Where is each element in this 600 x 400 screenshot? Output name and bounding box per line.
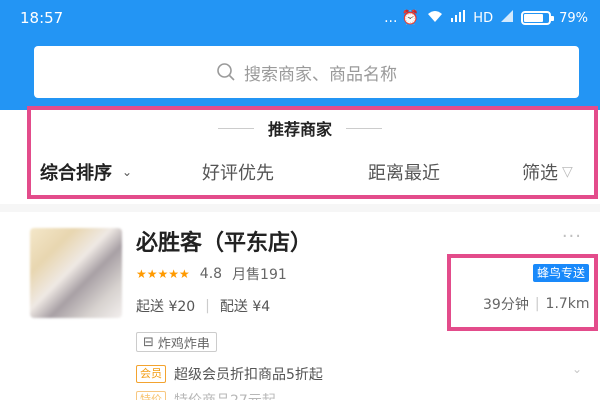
more-icon[interactable]: ···: [562, 226, 582, 247]
status-icons: ... ⏰: [384, 10, 420, 26]
status-bar: 18:57 ... ⏰ HD 79%: [0, 0, 600, 36]
special-badge: 特价: [136, 391, 166, 400]
promo-row-member: 会员 超级会员折扣商品5折起: [136, 364, 323, 384]
tag-label: 炸鸡炸串: [157, 336, 210, 352]
tag-icon: ⊟: [143, 334, 154, 350]
shop-thumbnail[interactable]: [30, 228, 122, 318]
member-badge: 会员: [136, 365, 166, 383]
network-type: HD: [473, 10, 494, 26]
highlight-box-sort: [27, 106, 598, 199]
search-band: 搜索商家、商品名称: [0, 36, 600, 110]
search-placeholder: 搜索商家、商品名称: [244, 64, 397, 85]
monthly-sales: 月售191: [232, 267, 287, 283]
signal-icon: [451, 10, 466, 26]
battery-percent: 79%: [559, 10, 588, 26]
search-input[interactable]: 搜索商家、商品名称: [34, 46, 579, 98]
category-tag: ⊟ 炸鸡炸串: [136, 332, 217, 352]
section-divider: [0, 204, 600, 212]
shop-name[interactable]: 必胜客（平东店）: [136, 225, 312, 257]
star-rating-icon: ★★★★★: [136, 267, 190, 281]
promo-row-special: 特价 特价商品27元起: [136, 390, 276, 400]
highlight-box-delivery: [447, 254, 598, 331]
min-order: 起送 ¥20: [136, 299, 196, 315]
delivery-fee: 配送 ¥4: [219, 299, 271, 315]
member-promo-text: 超级会员折扣商品5折起: [174, 367, 323, 383]
wifi-icon: [427, 9, 443, 27]
battery-icon: [521, 11, 555, 25]
rating-row: ★★★★★ 4.8 月售191: [136, 264, 287, 284]
rating-score: 4.8: [199, 266, 223, 282]
fee-separator: |: [205, 298, 210, 314]
search-icon: [217, 63, 235, 81]
status-indicators: ... ⏰ HD 79%: [384, 9, 588, 27]
battery-fill: [524, 14, 544, 22]
signal-icon-2: [501, 10, 514, 26]
special-promo-text: 特价商品27元起: [174, 390, 276, 400]
status-time: 18:57: [20, 9, 64, 27]
fee-row: 起送 ¥20 | 配送 ¥4: [136, 296, 270, 316]
expand-icon[interactable]: ⌄: [572, 362, 582, 376]
